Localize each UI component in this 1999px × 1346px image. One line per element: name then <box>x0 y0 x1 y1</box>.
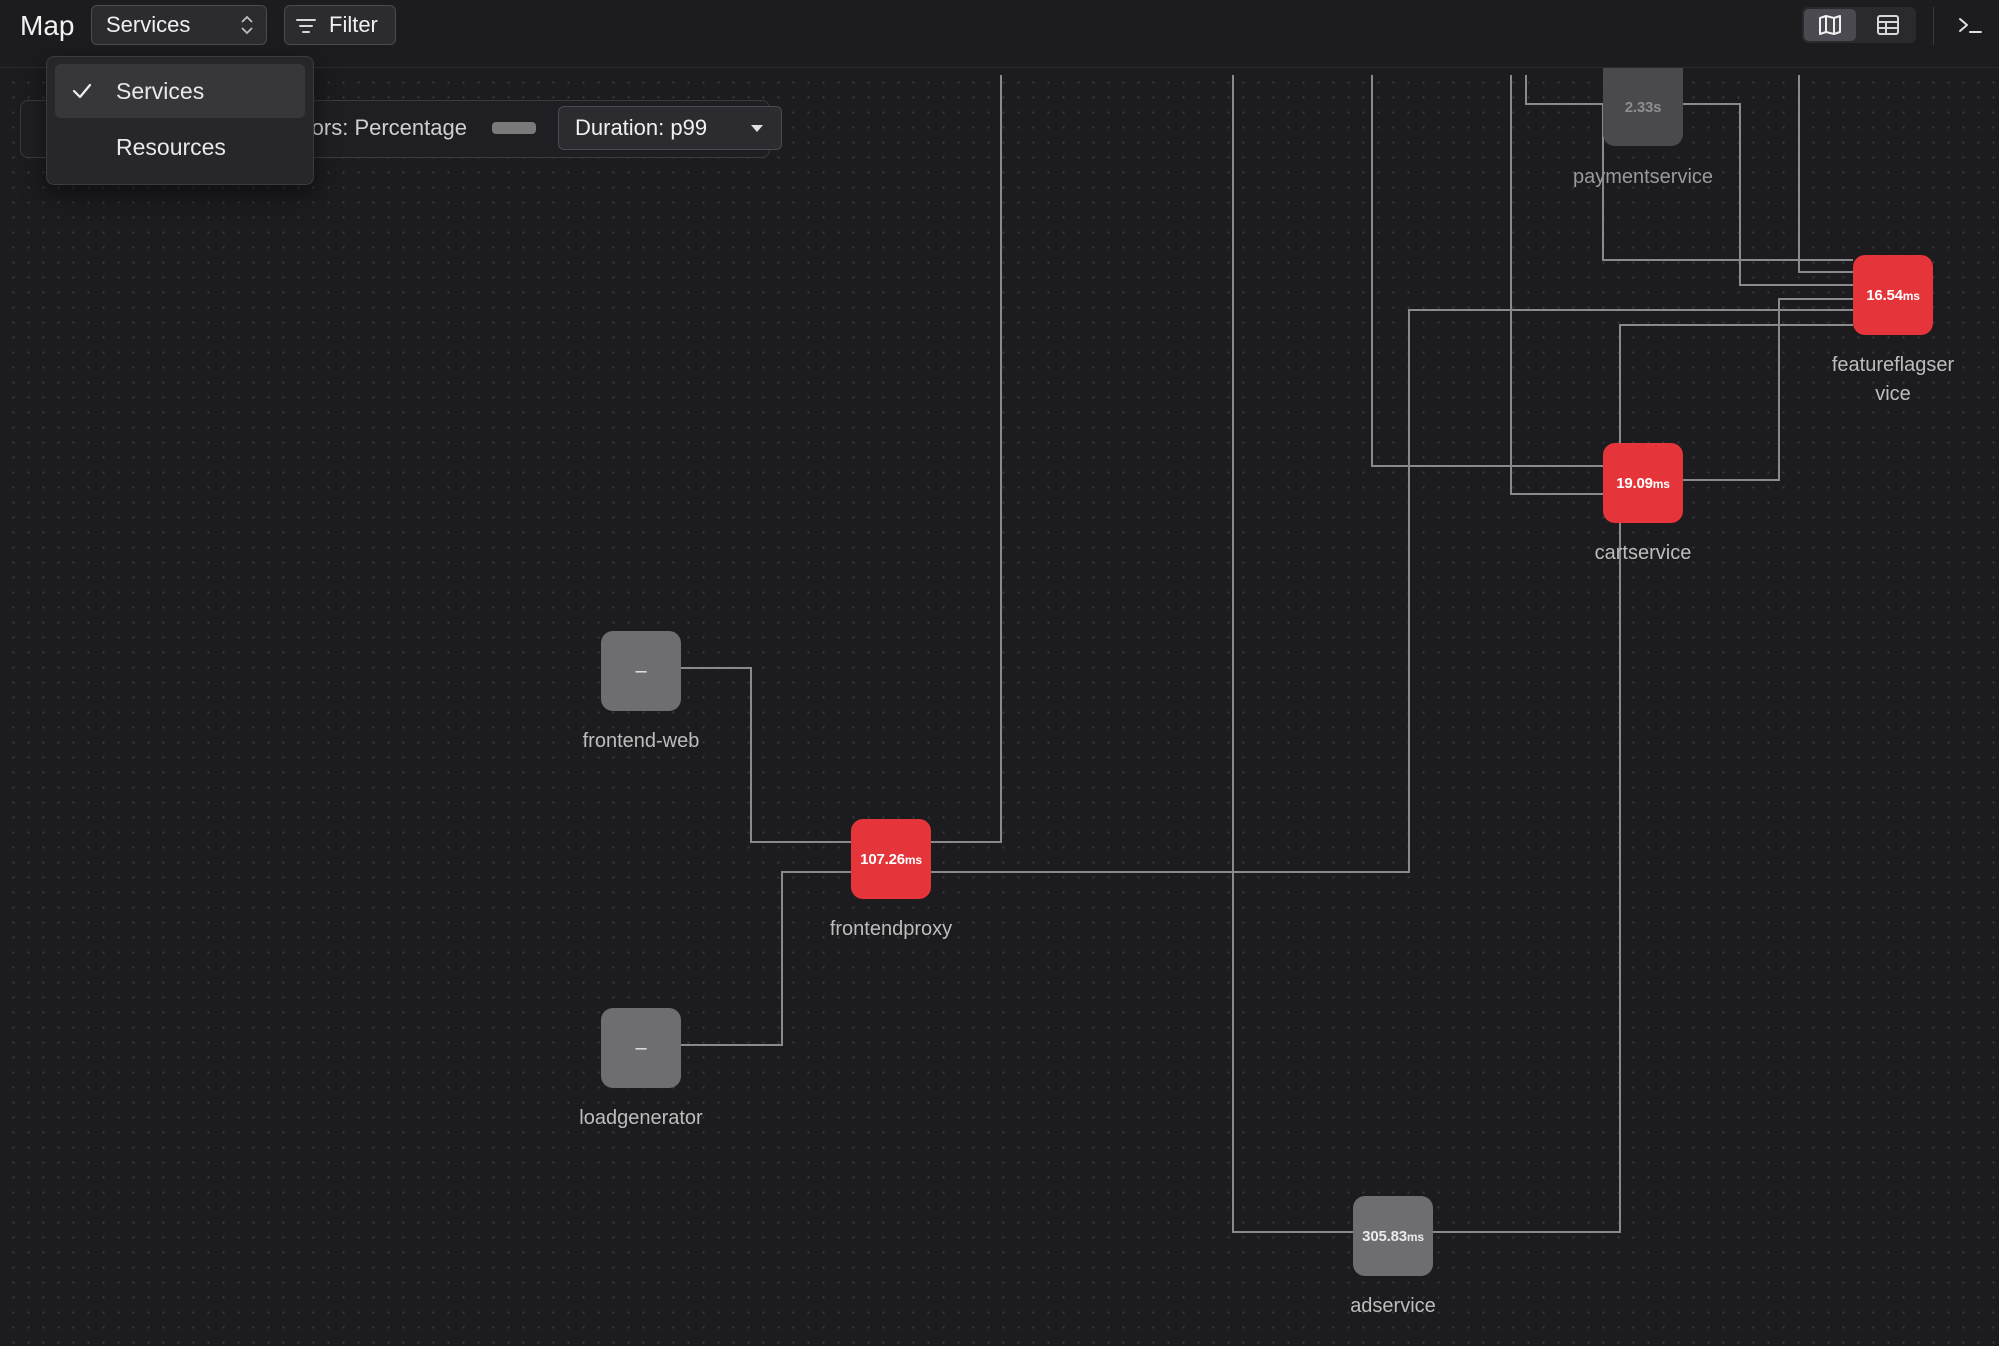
node-value: 2.33s <box>1624 98 1662 116</box>
errors-legend-swatch <box>492 122 536 134</box>
edge-top-payment <box>1525 75 1603 105</box>
node-label-paymentservice: paymentservice <box>1572 166 1714 188</box>
dropdown-option-resources[interactable]: Resources <box>55 120 305 174</box>
node-paymentservice[interactable]: 2.33s <box>1603 68 1683 146</box>
node-value: – <box>635 659 647 682</box>
dropdown-option-label: Resources <box>116 134 226 160</box>
node-featureflagservice[interactable]: 16.54ms <box>1853 255 1933 335</box>
check-icon <box>72 83 92 99</box>
edge-payment-featureflag-2 <box>1683 103 1853 286</box>
dropdown-option-label: Services <box>116 78 205 104</box>
view-select-dropdown: Services Resources <box>46 56 314 185</box>
node-label-frontendproxy: frontendproxy <box>829 918 953 940</box>
node-label-adservice: adservice <box>1350 1295 1436 1317</box>
node-frontendproxy[interactable]: 107.26ms <box>851 819 931 899</box>
edge-loadgenerator-frontendproxy <box>681 871 851 1046</box>
errors-legend-label: rrors: Percentage <box>297 115 467 140</box>
node-value: 19.09ms <box>1616 474 1670 492</box>
dropdown-option-services[interactable]: Services <box>55 64 305 118</box>
node-value: 16.54ms <box>1866 286 1920 304</box>
edge-line-1233 <box>1232 75 1353 1233</box>
node-frontend-web[interactable]: – <box>601 631 681 711</box>
node-value: – <box>635 1036 647 1059</box>
node-adservice[interactable]: 305.83ms <box>1353 1196 1433 1276</box>
node-loadgenerator[interactable]: – <box>601 1008 681 1088</box>
node-label-loadgenerator: loadgenerator <box>579 1107 703 1129</box>
service-map-edges <box>681 75 1853 1233</box>
node-label-cartservice: cartservice <box>1594 542 1692 564</box>
edge-top-featureflag <box>1798 75 1853 273</box>
edge-line-1511 <box>1510 75 1603 495</box>
node-value: 305.83ms <box>1362 1227 1424 1245</box>
node-value: 107.26ms <box>860 850 922 868</box>
duration-select[interactable]: Duration: p99 <box>558 106 782 150</box>
node-label-featureflagservice: featureflagser vice <box>1831 354 1955 405</box>
node-cartservice[interactable]: 19.09ms <box>1603 443 1683 523</box>
node-label-frontend-web: frontend-web <box>582 730 700 752</box>
edge-line-1372 <box>1371 75 1603 467</box>
edge-frontendproxy-up <box>931 75 1002 843</box>
caret-down-icon <box>751 125 763 132</box>
edge-frontendproxy-featureflag <box>931 309 1853 873</box>
duration-select-value: Duration: p99 <box>575 115 708 140</box>
